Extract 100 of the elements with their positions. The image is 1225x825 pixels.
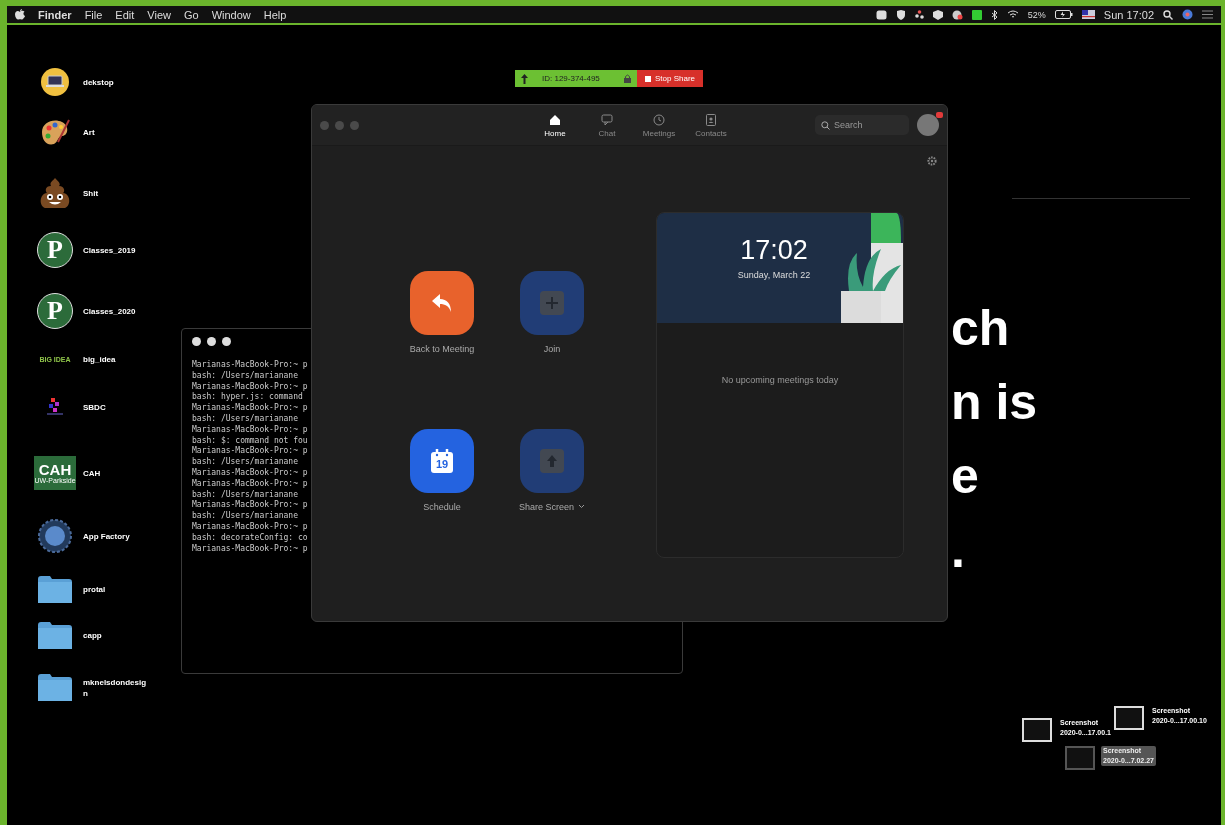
terminal-line: Marianas-MacBook-Pro:~ p	[192, 381, 308, 392]
menu-item[interactable]: Window	[211, 8, 251, 21]
menu-item[interactable]: Go	[184, 8, 199, 21]
plus-icon	[540, 291, 564, 315]
app-menu[interactable]: Finder	[38, 8, 72, 21]
terminal-line: bash: decorateConfig: co	[192, 532, 308, 544]
back-action-button[interactable]	[410, 271, 474, 335]
terminal-line: Marianas-MacBook-Pro:~ p	[192, 500, 308, 511]
action-label: Share Screen	[518, 501, 585, 512]
terminal-line: bash: /Users/marianane	[192, 414, 298, 425]
settings-icon[interactable]	[927, 156, 937, 166]
bluetooth-icon[interactable]	[990, 9, 998, 20]
terminal-line: bash: /Users/marianane	[192, 370, 298, 382]
terminal-line: Marianas-MacBook-Pro:~ p	[192, 446, 308, 457]
dots-icon[interactable]	[914, 9, 924, 20]
desktop-icon-label[interactable]: SBDC	[83, 401, 147, 413]
desktop-icon-label[interactable]: protal	[83, 584, 147, 595]
desktop-icon-label[interactable]: Classes_2020	[83, 305, 147, 317]
desktop-icon-label[interactable]: Classes_2019	[83, 244, 147, 256]
shield-icon[interactable]	[895, 9, 906, 20]
stop-share-button[interactable]: Stop Share	[637, 70, 704, 87]
slide-text: ch	[951, 299, 1011, 358]
clock-date: Sunday, March 22	[737, 270, 812, 280]
terminal-line: Marianas-MacBook-Pro:~ p	[192, 478, 308, 490]
screenshot-thumbnail[interactable]	[1065, 746, 1095, 770]
slide-text: .	[951, 521, 966, 580]
battery-charging-icon[interactable]	[1054, 10, 1073, 19]
chat-icon	[600, 113, 614, 127]
nav-tab[interactable]: Chat	[584, 111, 630, 140]
menu-bar-clock[interactable]: Sun 17:02	[1103, 8, 1154, 21]
terminal-line: bash: /Users/marianane	[192, 457, 298, 468]
box-icon[interactable]	[932, 9, 943, 20]
terminal-line: Marianas-MacBook-Pro:~ p	[192, 521, 308, 533]
terminal-line: Marianas-MacBook-Pro:~ p	[192, 403, 308, 414]
desktop-icon-label[interactable]: App Factory	[83, 530, 147, 542]
search-field[interactable]: Search	[815, 115, 909, 135]
meeting-id: ID: 129-374-495	[542, 74, 600, 83]
folder-icon	[38, 674, 72, 701]
desktop-icon-label[interactable]: Shit	[83, 187, 147, 199]
arrow-icon[interactable]	[521, 73, 528, 84]
terminal-line: bash: /Users/marianane	[192, 511, 298, 522]
folder-icon	[38, 576, 72, 603]
menu-item[interactable]: Help	[263, 8, 287, 21]
nav-tab[interactable]: Contacts	[688, 111, 734, 140]
desktop-icon-label[interactable]: capp	[83, 630, 147, 641]
battery-percentage: 52%	[1027, 9, 1046, 20]
window-control-dot[interactable]	[350, 120, 359, 130]
logo-text: CAH	[38, 462, 72, 477]
empty-state-message: No upcoming meetings today	[720, 374, 840, 387]
nav-tab[interactable]: Meetings	[636, 111, 682, 140]
window-control-dot[interactable]	[222, 337, 231, 346]
terminal-line: Marianas-MacBook-Pro:~ p	[192, 543, 308, 555]
app-badge-icon[interactable]	[971, 9, 982, 20]
terminal-line: Marianas-MacBook-Pro:~ p	[192, 467, 308, 479]
action-label: Back to Meeting	[409, 344, 475, 354]
desktop-icon-label[interactable]: CAH	[83, 467, 147, 479]
terminal-line: bash: hyper.js: command	[192, 392, 303, 403]
terminal-line: bash: /Users/marianane	[192, 489, 298, 500]
clock-time: 17:02	[740, 235, 809, 266]
list-icon[interactable]	[1202, 10, 1213, 19]
window-control-dot[interactable]	[192, 337, 201, 346]
wifi-icon[interactable]	[1006, 10, 1019, 19]
window-control-dot[interactable]	[335, 120, 344, 130]
stop-icon	[645, 75, 651, 82]
terminal-line: Marianas-MacBook-Pro:~ p	[192, 360, 308, 371]
menu-item[interactable]: File	[84, 8, 103, 21]
globe-icon[interactable]	[1182, 9, 1193, 20]
slide-text: n is	[951, 373, 1038, 432]
desktop-icon-label[interactable]: dekstop	[83, 76, 147, 88]
lock-icon	[624, 74, 631, 83]
search-icon[interactable]	[1163, 9, 1173, 20]
terminal-line: bash: $: command not fou	[192, 435, 308, 446]
slide-text: e	[951, 447, 980, 506]
circle-icon[interactable]	[951, 9, 963, 20]
folder-icon	[38, 622, 72, 649]
meetings-icon	[652, 113, 666, 127]
desktop-icon-label[interactable]: mknelsdondesig n	[83, 676, 147, 699]
desktop-icon-label[interactable]: big_idea	[83, 354, 147, 365]
menu-item[interactable]: View	[147, 8, 171, 21]
window-control-dot[interactable]	[207, 337, 216, 346]
flag-icon[interactable]	[1081, 10, 1095, 19]
window-control-dot[interactable]	[320, 120, 329, 130]
rounded-square-icon[interactable]	[875, 9, 887, 20]
laptop-icon	[41, 68, 69, 96]
return-arrow-icon	[430, 292, 454, 314]
nav-tab[interactable]: Home	[532, 111, 578, 140]
schedule-action-button[interactable]: 19	[410, 428, 474, 493]
terminal-line: Marianas-MacBook-Pro:~ p	[192, 424, 308, 436]
p-logo-icon: P	[37, 232, 73, 268]
action-label: Join	[543, 344, 561, 354]
menu-item[interactable]: Edit	[115, 8, 135, 21]
p-logo-icon: P	[37, 293, 73, 329]
desktop-icon-label[interactable]: Art	[83, 126, 147, 138]
contacts-icon	[704, 113, 718, 127]
apple-logo-icon[interactable]	[15, 9, 25, 20]
search-icon	[821, 121, 830, 130]
small-logo-icon	[45, 398, 65, 416]
home-icon	[548, 113, 562, 127]
action-label: Schedule	[423, 501, 461, 512]
gear-logo-icon	[38, 519, 72, 553]
